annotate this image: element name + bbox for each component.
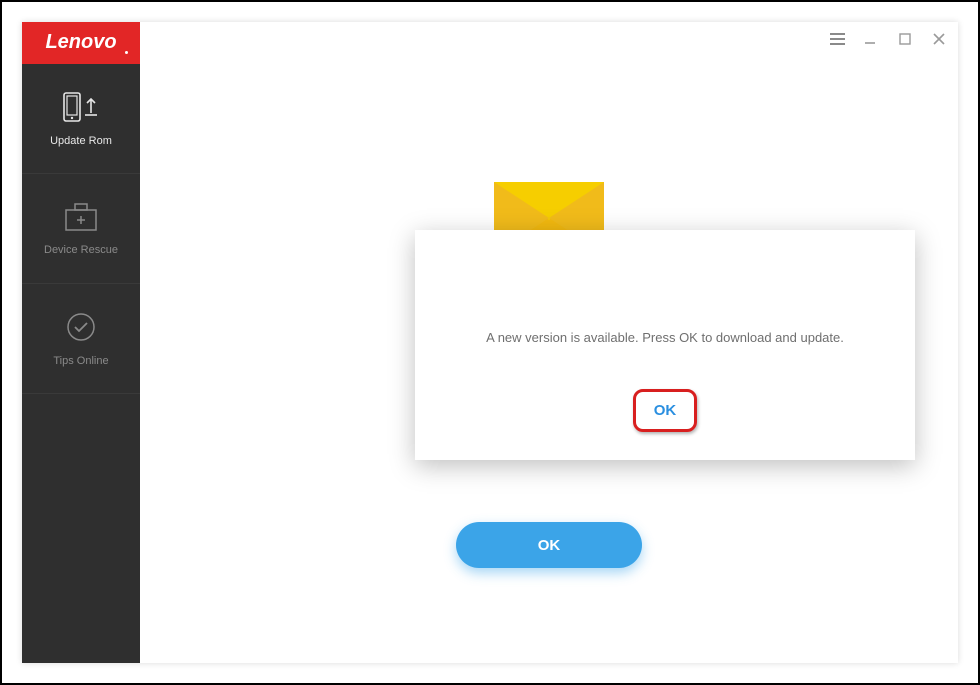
app-frame: Lenovo Update Rom	[0, 0, 980, 685]
update-dialog: A new version is available. Press OK to …	[415, 230, 915, 460]
menu-icon[interactable]	[830, 32, 844, 46]
check-circle-icon	[65, 311, 97, 343]
rescue-box-icon	[64, 202, 98, 232]
sidebar-item-tips-online[interactable]: Tips Online	[22, 284, 140, 394]
app-window: Lenovo Update Rom	[22, 22, 958, 663]
dialog-ok-highlight: OK	[633, 389, 698, 432]
sidebar-item-label: Device Rescue	[44, 244, 118, 256]
dialog-ok-button[interactable]: OK	[646, 398, 685, 423]
sidebar-item-label: Update Rom	[50, 135, 112, 147]
minimize-button[interactable]	[864, 32, 878, 46]
window-controls	[830, 32, 946, 46]
sidebar-item-device-rescue[interactable]: Device Rescue	[22, 174, 140, 284]
main-area: OK A new version is available. Press OK …	[140, 22, 958, 663]
close-button[interactable]	[932, 32, 946, 46]
sidebar-item-update-rom[interactable]: Update Rom	[22, 64, 140, 174]
sidebar-item-label: Tips Online	[53, 355, 108, 367]
brand-logo: Lenovo	[22, 22, 140, 64]
main-ok-button[interactable]: OK	[456, 522, 642, 568]
sidebar: Lenovo Update Rom	[22, 22, 140, 663]
maximize-button[interactable]	[898, 32, 912, 46]
phone-upload-icon	[61, 91, 101, 123]
dialog-message: A new version is available. Press OK to …	[486, 330, 844, 345]
